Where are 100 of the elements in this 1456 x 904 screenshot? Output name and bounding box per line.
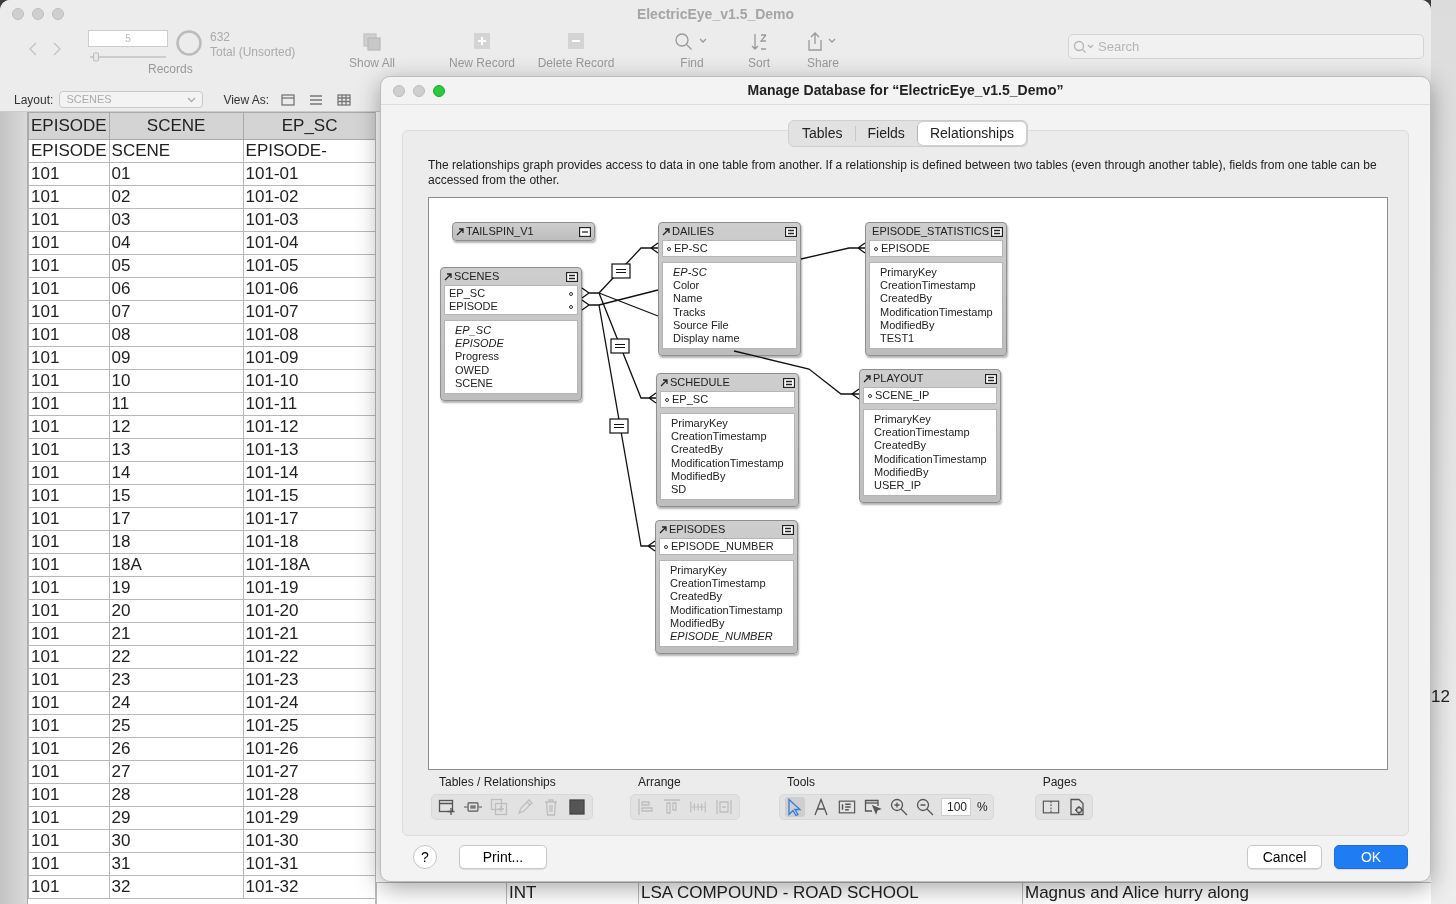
note-tool-icon xyxy=(838,799,856,815)
zoom-out-button[interactable] xyxy=(915,797,935,817)
add-table-icon xyxy=(438,798,456,816)
table-occurrence[interactable]: SCENES EP_SC EPISODE EP_SC EPISODE Progress OWED SCENE xyxy=(440,267,582,401)
table-cell: 101 xyxy=(28,323,110,346)
help-button[interactable]: ? xyxy=(413,845,437,869)
tab[interactable]: Tables xyxy=(790,122,855,145)
table-cell: 13 xyxy=(109,438,244,461)
table-cell: 31 xyxy=(109,852,244,875)
back-icon xyxy=(28,42,38,56)
page-settings-icon xyxy=(1068,798,1085,816)
zoom-field[interactable]: 100 xyxy=(941,798,971,816)
relationship-line[interactable] xyxy=(598,292,657,404)
table-cell: 101 xyxy=(28,461,110,484)
table-cell: 27 xyxy=(109,760,244,783)
arrow-icon xyxy=(444,272,452,281)
field-name: CreationTimestamp xyxy=(874,426,970,440)
relationship-icon[interactable] xyxy=(610,338,630,354)
table-cell: 18A xyxy=(109,553,244,576)
zoom-in-button[interactable] xyxy=(889,797,909,817)
pointer-button[interactable] xyxy=(785,797,805,817)
add-table-button[interactable] xyxy=(437,797,457,817)
table-cell: 25 xyxy=(109,714,244,737)
section-label: Tables / Relationships xyxy=(438,774,557,791)
column-header[interactable]: EPISODE xyxy=(28,112,110,139)
field-name: Color xyxy=(673,279,700,293)
select-related-button[interactable] xyxy=(863,797,883,817)
table-cell: 06 xyxy=(109,277,244,300)
found-status: Total (Unsorted) xyxy=(210,45,296,60)
zoom-in-icon xyxy=(890,798,908,816)
relationship-icon xyxy=(464,799,482,815)
column-header[interactable]: SCENE xyxy=(109,112,244,139)
cancel-button[interactable]: Cancel xyxy=(1247,845,1322,869)
list-view-icon xyxy=(309,93,324,106)
cell-value: 12 xyxy=(1431,687,1450,706)
table-cell: 101 xyxy=(28,829,110,852)
table-cell: 14 xyxy=(109,461,244,484)
table-cell: 101 xyxy=(28,691,110,714)
table-occurrence[interactable]: TAILSPIN_V1 xyxy=(452,222,595,241)
field-name: SCENE xyxy=(455,376,493,390)
relationship-line[interactable] xyxy=(733,350,860,400)
relationship-line[interactable] xyxy=(581,289,659,311)
table-cell: 101 xyxy=(28,576,110,599)
arrow-icon xyxy=(863,374,871,383)
relationship-icon[interactable] xyxy=(611,263,631,279)
table-cell: 20 xyxy=(109,599,244,622)
field-name: PrimaryKey xyxy=(874,413,931,427)
align-top-icon xyxy=(663,798,681,816)
color-button[interactable] xyxy=(567,797,587,817)
table-cell: 04 xyxy=(109,231,244,254)
table-cell: 101 xyxy=(28,714,110,737)
field-name: EPISODE xyxy=(455,337,504,351)
table-cell: 22 xyxy=(109,645,244,668)
table-cell: 101 xyxy=(28,369,110,392)
table-cell: 101 xyxy=(28,875,110,898)
text-tool-icon xyxy=(813,798,829,816)
table-cell: 12 xyxy=(109,415,244,438)
field-name: EPISODE_NUMBER xyxy=(670,630,773,644)
print-button[interactable]: Print... xyxy=(459,845,547,869)
table-cell: 101 xyxy=(28,208,110,231)
table-cell: 101 xyxy=(28,415,110,438)
arrow-icon xyxy=(660,378,668,387)
relationship-icon[interactable] xyxy=(609,418,629,434)
field-name: CreatedBy xyxy=(670,590,722,604)
ok-button[interactable]: OK xyxy=(1334,845,1408,869)
collapse-icon xyxy=(566,272,578,283)
table-cell: 101 xyxy=(28,553,110,576)
layout-label: Layout: xyxy=(14,91,54,109)
relationship-line[interactable] xyxy=(598,304,656,552)
table-cell: 101 xyxy=(28,806,110,829)
table-cell: 101 xyxy=(28,668,110,691)
table-cell: 101 xyxy=(28,783,110,806)
relationship-line[interactable] xyxy=(581,242,659,299)
table-cell: 101 xyxy=(28,737,110,760)
relationship-line[interactable] xyxy=(800,242,866,260)
column-header[interactable]: EP_SC xyxy=(243,112,375,139)
table-cell: 21 xyxy=(109,622,244,645)
sort-icon xyxy=(750,32,768,52)
key-field: EPISODE xyxy=(449,300,498,313)
page-layout-icon xyxy=(1041,799,1060,815)
relationship-line[interactable] xyxy=(598,292,659,317)
view-as-label: View As: xyxy=(223,91,270,109)
record-slider[interactable] xyxy=(88,51,168,62)
table-cell: 15 xyxy=(109,484,244,507)
field-name: PrimaryKey xyxy=(880,266,937,280)
table-cell: 09 xyxy=(109,346,244,369)
tab[interactable]: Fields xyxy=(855,122,917,145)
field-name: CreationTimestamp xyxy=(880,279,976,293)
tab[interactable]: Relationships xyxy=(917,122,1026,145)
field-name: ModificationTimestamp xyxy=(670,603,783,617)
found-count: 632 xyxy=(210,30,232,45)
field-name: ModifiedBy xyxy=(670,616,725,630)
zoom-button[interactable] xyxy=(433,84,445,97)
table-cell: 11 xyxy=(109,392,244,415)
field-name: CreatedBy xyxy=(874,439,926,453)
table-cell: 26 xyxy=(109,737,244,760)
table-cell: 32 xyxy=(109,875,244,898)
description-text: The relationships graph provides access to data in one table from another. If a relationship is defined between two tables (even through another table), fields from one table can be accessed from the other. xyxy=(428,158,1378,188)
align-left-icon xyxy=(637,798,655,816)
field-name: SD xyxy=(671,483,687,497)
